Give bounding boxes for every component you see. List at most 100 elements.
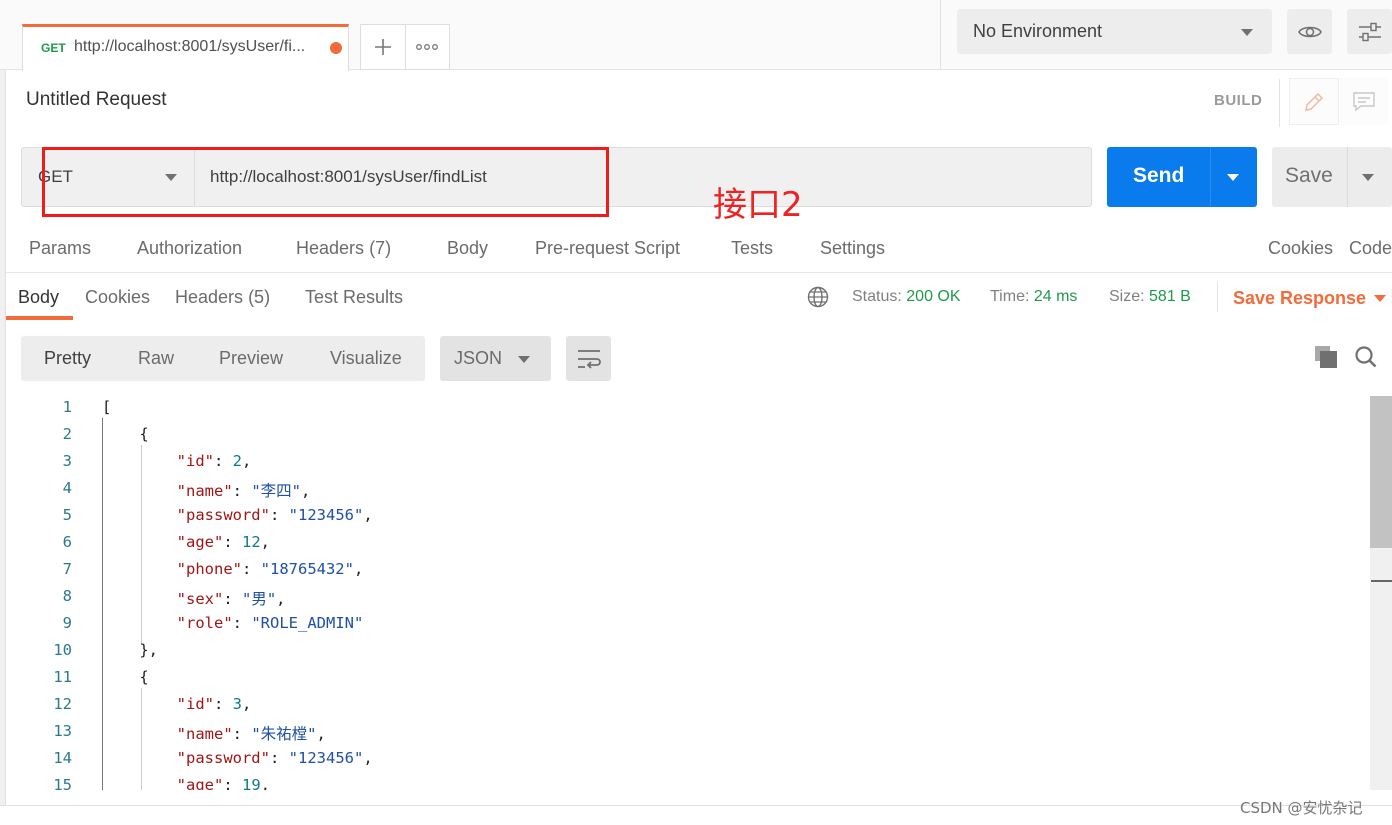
response-status[interactable]: Status: 200 OK bbox=[852, 288, 961, 306]
code-text: "password": "123456", bbox=[176, 506, 373, 524]
request-tab-url: http://localhost:8001/sysUser/fi... bbox=[74, 38, 306, 55]
status-bar bbox=[0, 805, 1392, 825]
scroll-marker bbox=[1371, 580, 1392, 582]
line-number: 8 bbox=[62, 587, 72, 605]
save-label: Save bbox=[1285, 164, 1333, 187]
wrap-lines-button[interactable] bbox=[566, 336, 611, 381]
edit-button[interactable] bbox=[1289, 78, 1339, 125]
line-number: 7 bbox=[62, 560, 72, 578]
line-number: 15 bbox=[53, 776, 72, 790]
sliders-icon bbox=[1358, 22, 1381, 41]
line-number: 14 bbox=[53, 749, 72, 767]
response-tab-headers-count: (5) bbox=[248, 287, 271, 307]
chevron-down-icon[interactable] bbox=[1227, 174, 1239, 181]
divider bbox=[1279, 79, 1280, 127]
divider bbox=[1347, 147, 1348, 207]
scrollbar-thumb[interactable] bbox=[1370, 396, 1392, 548]
environment-select[interactable]: No Environment bbox=[957, 9, 1272, 54]
tab-headers[interactable]: Headers (7) bbox=[296, 238, 391, 259]
size-label: Size: bbox=[1109, 288, 1145, 305]
annotation-label: 接口2 bbox=[713, 185, 803, 225]
code-text: "age": 12, bbox=[176, 533, 271, 551]
size-value: 581 B bbox=[1149, 288, 1191, 305]
tab-headers-label: Headers bbox=[296, 238, 365, 258]
send-button[interactable]: Send bbox=[1107, 147, 1257, 207]
tab-tests[interactable]: Tests bbox=[731, 238, 773, 259]
tab-body[interactable]: Body bbox=[447, 238, 488, 259]
tab-pre-request-script[interactable]: Pre-request Script bbox=[535, 238, 680, 259]
language-value: JSON bbox=[454, 348, 503, 368]
divider bbox=[940, 0, 941, 70]
status-label: Status: bbox=[852, 288, 902, 305]
line-number: 4 bbox=[62, 479, 72, 497]
save-response-button[interactable]: Save Response bbox=[1233, 288, 1366, 309]
divider bbox=[1210, 147, 1211, 207]
environment-settings-button[interactable] bbox=[1347, 9, 1392, 54]
line-number: 10 bbox=[53, 641, 72, 659]
chevron-down-icon bbox=[1241, 29, 1253, 36]
chevron-down-icon bbox=[518, 356, 530, 363]
comment-icon bbox=[1353, 91, 1375, 111]
environment-label: No Environment bbox=[973, 21, 1103, 41]
code-text: "age": 19, bbox=[176, 776, 271, 790]
tab-actions bbox=[360, 24, 450, 70]
divider bbox=[6, 272, 1392, 273]
request-title[interactable]: Untitled Request bbox=[26, 89, 166, 111]
line-number: 6 bbox=[62, 533, 72, 551]
format-visualize[interactable]: Visualize bbox=[330, 348, 402, 369]
chevron-down-icon[interactable] bbox=[1362, 174, 1374, 181]
chevron-down-icon[interactable] bbox=[1374, 295, 1386, 302]
plus-icon[interactable] bbox=[361, 25, 406, 69]
line-number: 3 bbox=[62, 452, 72, 470]
response-tab-body[interactable]: Body bbox=[18, 287, 59, 308]
time-label: Time: bbox=[990, 288, 1030, 305]
response-tab-headers[interactable]: Headers (5) bbox=[175, 287, 270, 308]
line-number: 2 bbox=[62, 425, 72, 443]
format-raw[interactable]: Raw bbox=[138, 348, 174, 369]
line-number: 5 bbox=[62, 506, 72, 524]
tab-settings[interactable]: Settings bbox=[820, 238, 885, 259]
format-preview[interactable]: Preview bbox=[219, 348, 283, 369]
response-tab-cookies[interactable]: Cookies bbox=[85, 287, 150, 308]
line-number: 9 bbox=[62, 614, 72, 632]
response-tab-test-results[interactable]: Test Results bbox=[305, 287, 403, 308]
tab-headers-count: (7) bbox=[369, 238, 392, 258]
build-mode-label: BUILD bbox=[1214, 92, 1263, 109]
active-tab-indicator bbox=[6, 316, 73, 320]
copy-icon[interactable] bbox=[1314, 345, 1338, 369]
globe-icon[interactable] bbox=[807, 286, 829, 308]
code-text: "password": "123456", bbox=[176, 749, 373, 767]
code-text: }, bbox=[102, 641, 158, 659]
code-text: "name": "朱祐樘", bbox=[176, 725, 326, 743]
tab-authorization[interactable]: Authorization bbox=[137, 238, 242, 259]
response-time[interactable]: Time: 24 ms bbox=[990, 288, 1077, 306]
response-size[interactable]: Size: 581 B bbox=[1109, 288, 1191, 306]
response-body-editor[interactable]: 1 [2 {3 "id": 2, 4 "name": "李四", 5 "passwor… bbox=[0, 396, 1370, 790]
line-number: 1 bbox=[62, 398, 72, 416]
code-link[interactable]: Code bbox=[1349, 238, 1392, 259]
code-text: "phone": "18765432", bbox=[176, 560, 364, 578]
eye-button[interactable] bbox=[1287, 9, 1332, 54]
line-number: 11 bbox=[53, 668, 72, 686]
more-icon[interactable] bbox=[406, 25, 450, 69]
eye-icon bbox=[1297, 26, 1322, 37]
request-tab[interactable]: GET http://localhost:8001/sysUser/fi... bbox=[22, 24, 349, 71]
pencil-icon bbox=[1305, 92, 1324, 111]
divider bbox=[1217, 282, 1218, 312]
code-text: { bbox=[102, 668, 149, 686]
send-label: Send bbox=[1133, 164, 1185, 187]
tab-bar: GET http://localhost:8001/sysUser/fi... … bbox=[0, 0, 1392, 71]
code-text: "sex": "男", bbox=[176, 590, 286, 608]
language-select[interactable]: JSON bbox=[440, 336, 551, 381]
code-text: [ bbox=[102, 398, 112, 416]
format-pretty[interactable]: Pretty bbox=[44, 348, 91, 369]
code-text: "id": 3, bbox=[176, 695, 252, 713]
comments-button[interactable] bbox=[1340, 78, 1388, 125]
save-button[interactable]: Save bbox=[1272, 147, 1392, 207]
time-value: 24 ms bbox=[1033, 288, 1078, 305]
unsaved-dot-icon bbox=[330, 42, 342, 54]
search-icon[interactable] bbox=[1354, 345, 1378, 369]
tab-params[interactable]: Params bbox=[29, 238, 91, 259]
code-text: "role": "ROLE_ADMIN" bbox=[176, 614, 364, 632]
cookies-link[interactable]: Cookies bbox=[1268, 238, 1333, 259]
